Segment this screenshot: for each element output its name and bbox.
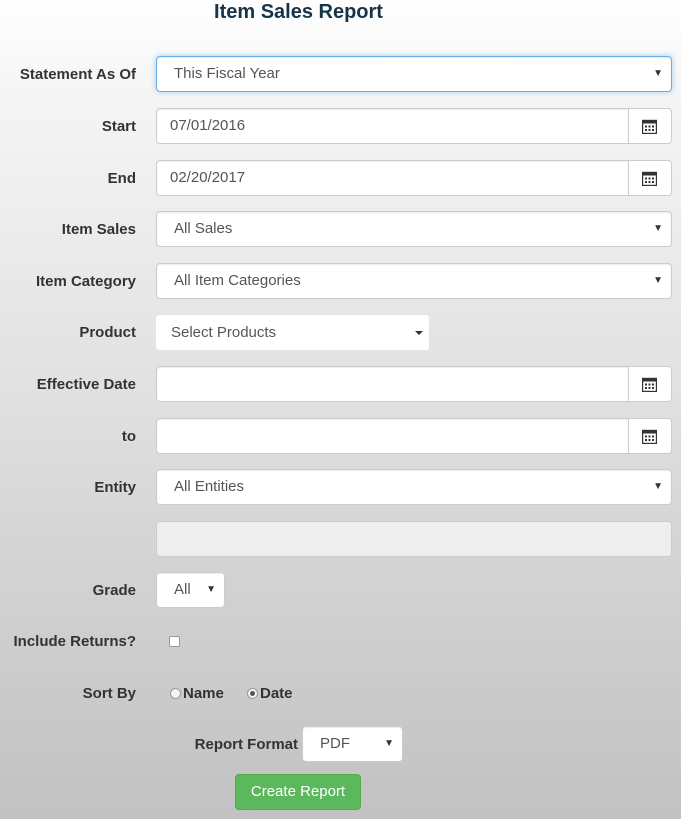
- calendar-icon: [642, 171, 657, 186]
- report-format-label: Report Format: [194, 736, 298, 753]
- calendar-icon: [642, 377, 657, 392]
- to-calendar-button[interactable]: [628, 418, 672, 454]
- caret-down-icon: ▼: [653, 223, 663, 234]
- calendar-icon: [642, 119, 657, 134]
- row-grade: Grade All ▼: [0, 572, 681, 610]
- grade-select[interactable]: All ▼: [156, 572, 225, 608]
- item-category-value: All Item Categories: [174, 272, 301, 289]
- report-format-select[interactable]: PDF ▼: [302, 726, 403, 762]
- end-date-input[interactable]: 02/20/2017: [156, 160, 629, 196]
- row-to: to: [0, 418, 681, 456]
- item-category-select[interactable]: All Item Categories ▼: [156, 263, 672, 299]
- calendar-icon: [642, 429, 657, 444]
- product-multiselect-button[interactable]: Select Products: [155, 314, 430, 351]
- row-effective-date: Effective Date: [0, 366, 681, 404]
- sort-by-label: Sort By: [82, 685, 136, 702]
- effective-date-label: Effective Date: [36, 376, 136, 393]
- end-calendar-button[interactable]: [628, 160, 672, 196]
- caret-down-icon: [415, 331, 423, 335]
- row-entity-detail: [0, 521, 681, 559]
- grade-value: All: [174, 581, 191, 598]
- item-sales-value: All Sales: [174, 220, 233, 237]
- start-date-value: 07/01/2016: [170, 117, 246, 134]
- item-category-label: Item Category: [35, 273, 136, 290]
- entity-value: All Entities: [174, 478, 245, 495]
- to-label: to: [121, 428, 136, 445]
- to-date-input[interactable]: [156, 418, 629, 454]
- row-entity: Entity All Entities ▼: [0, 469, 681, 507]
- item-sales-select[interactable]: All Sales ▼: [156, 211, 672, 247]
- product-value: Select Products: [171, 324, 277, 341]
- row-end: End 02/20/2017: [0, 160, 681, 198]
- sort-by-name-label[interactable]: Name: [183, 675, 224, 713]
- caret-down-icon: ▼: [653, 68, 663, 79]
- effective-date-input[interactable]: [156, 366, 629, 402]
- caret-down-icon: ▼: [384, 738, 394, 749]
- row-report-format: Report Format PDF ▼: [0, 726, 681, 764]
- include-returns-checkbox[interactable]: [169, 636, 180, 647]
- product-label: Product: [79, 324, 136, 341]
- entity-label: Entity: [94, 479, 136, 496]
- end-label: End: [107, 170, 136, 187]
- statement-as-of-select[interactable]: This Fiscal Year ▼: [156, 56, 672, 92]
- entity-select[interactable]: All Entities ▼: [156, 469, 672, 505]
- caret-down-icon: ▼: [653, 481, 663, 492]
- start-date-input[interactable]: 07/01/2016: [156, 108, 629, 144]
- start-label: Start: [101, 118, 136, 135]
- sort-by-name-radio[interactable]: [170, 688, 181, 699]
- entity-detail-disabled-input: [156, 521, 672, 557]
- end-date-value: 02/20/2017: [170, 169, 246, 186]
- sort-by-date-radio[interactable]: [247, 688, 258, 699]
- report-format-value: PDF: [320, 735, 350, 752]
- row-sort-by: Sort By Name Date: [0, 675, 681, 713]
- include-returns-label: Include Returns?: [13, 633, 136, 650]
- row-item-category: Item Category All Item Categories ▼: [0, 263, 681, 301]
- caret-down-icon: ▼: [206, 584, 216, 595]
- statement-as-of-label: Statement As Of: [19, 66, 136, 83]
- row-start: Start 07/01/2016: [0, 108, 681, 146]
- effective-date-calendar-button[interactable]: [628, 366, 672, 402]
- create-report-button[interactable]: Create Report: [235, 774, 361, 810]
- row-statement-as-of: Statement As Of This Fiscal Year ▼: [0, 56, 681, 94]
- page-title: Item Sales Report: [214, 1, 383, 23]
- sort-by-date-label[interactable]: Date: [260, 675, 293, 713]
- grade-label: Grade: [92, 582, 136, 599]
- start-calendar-button[interactable]: [628, 108, 672, 144]
- statement-as-of-value: This Fiscal Year: [174, 65, 280, 82]
- item-sales-label: Item Sales: [61, 221, 136, 238]
- row-include-returns: Include Returns?: [0, 623, 681, 661]
- row-product: Product Select Products: [0, 314, 681, 352]
- row-item-sales: Item Sales All Sales ▼: [0, 211, 681, 249]
- caret-down-icon: ▼: [653, 275, 663, 286]
